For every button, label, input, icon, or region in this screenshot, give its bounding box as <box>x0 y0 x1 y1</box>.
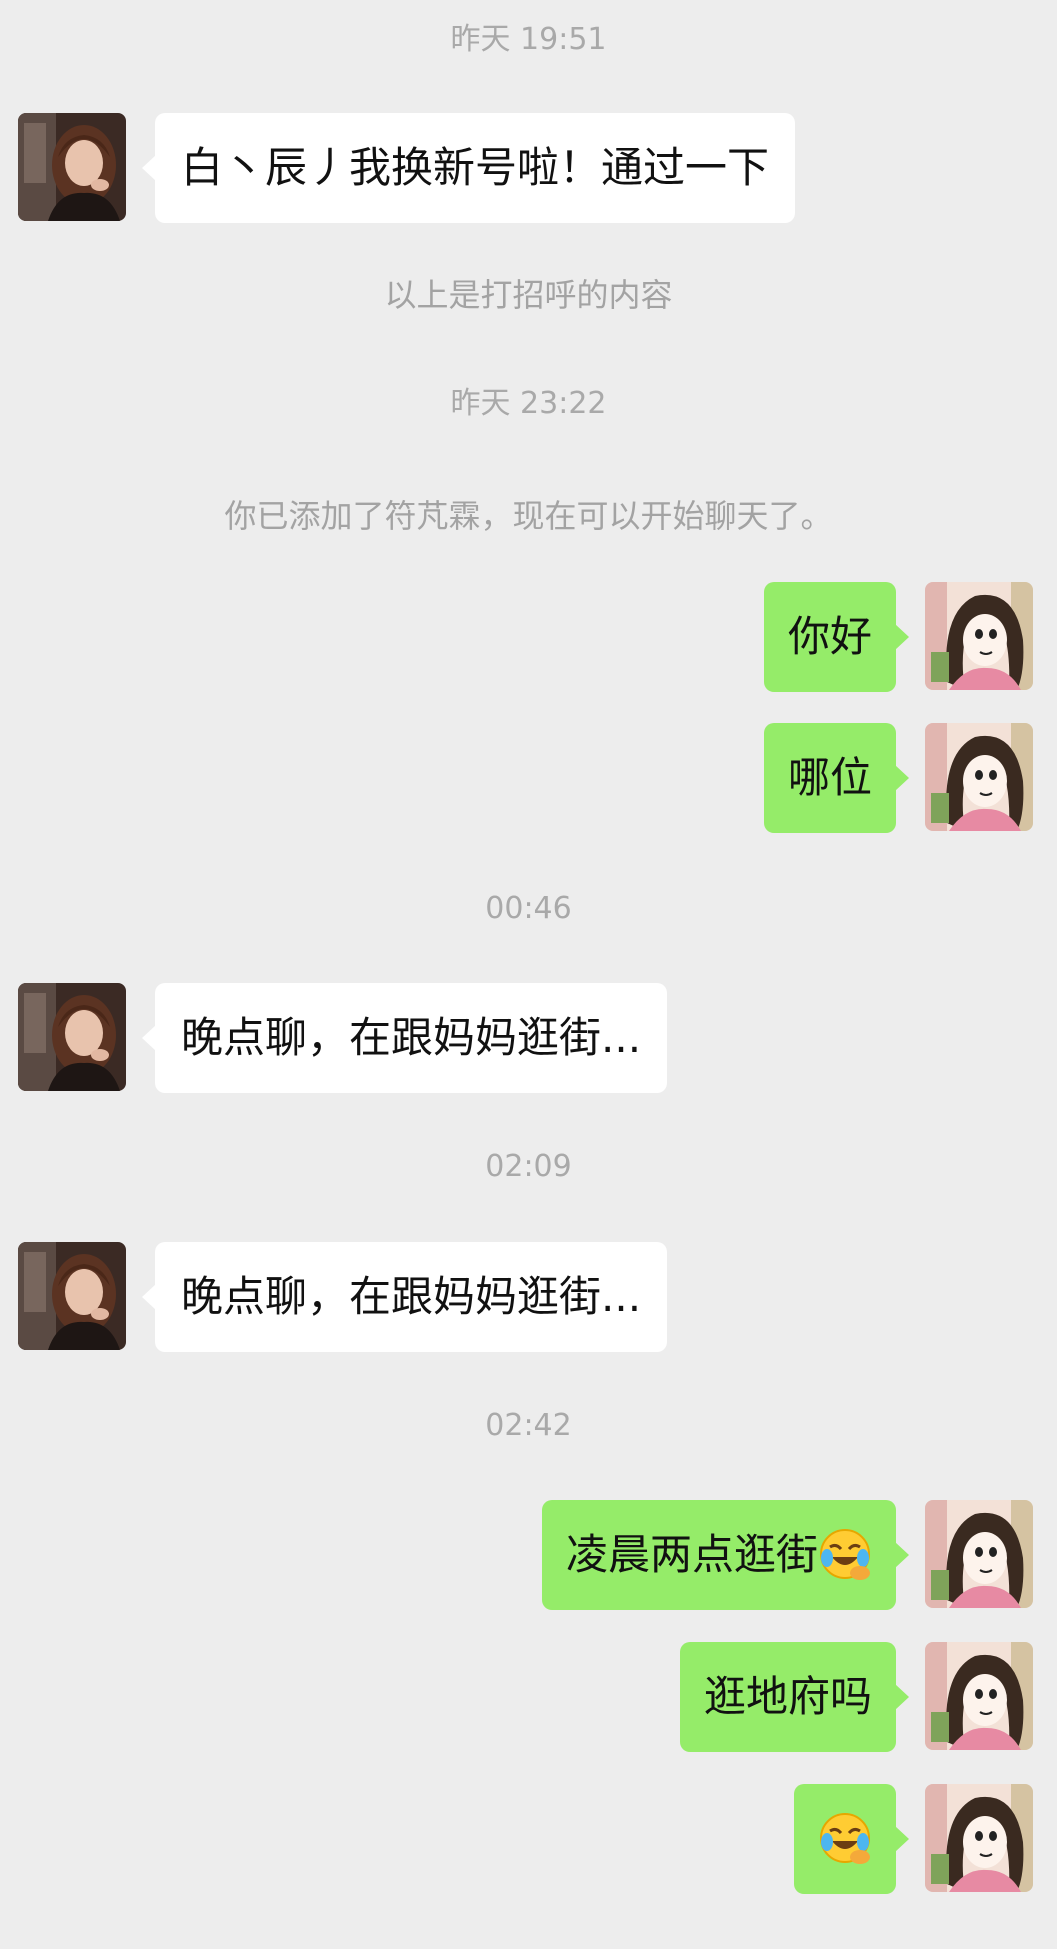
laughing-crying-emoji <box>818 1527 872 1581</box>
timestamp: 昨天 23:22 <box>450 386 607 421</box>
message-bubble-outgoing[interactable]: 你好 <box>763 582 910 692</box>
cartoon-girl-avatar <box>925 1500 1033 1608</box>
message-bubble-incoming[interactable]: 晚点聊，在跟妈妈逛街... <box>141 983 668 1093</box>
timestamp: 00:46 <box>485 891 572 926</box>
contact-avatar-photo <box>18 983 126 1091</box>
message-text: 白丶辰丿我换新号啦！通过一下 <box>181 143 770 192</box>
timestamp: 02:09 <box>485 1149 572 1184</box>
contact-avatar[interactable] <box>18 983 126 1091</box>
contact-avatar-photo <box>18 113 126 221</box>
message-bubble-outgoing[interactable]: 哪位 <box>763 723 910 833</box>
laughing-crying-emoji <box>818 1811 872 1865</box>
cartoon-girl-avatar <box>925 723 1033 831</box>
message-text: 晚点聊，在跟妈妈逛街... <box>181 1013 642 1062</box>
message-text: 凌晨两点逛街 <box>565 1530 818 1579</box>
message-bubble-incoming[interactable]: 白丶辰丿我换新号啦！通过一下 <box>141 113 796 223</box>
cartoon-girl-avatar <box>925 582 1033 690</box>
user-avatar[interactable] <box>925 1500 1033 1608</box>
message-text: 晚点聊，在跟妈妈逛街... <box>181 1272 642 1321</box>
contact-avatar-photo <box>18 1242 126 1350</box>
timestamp: 昨天 19:51 <box>450 22 607 57</box>
user-avatar[interactable] <box>925 1784 1033 1892</box>
contact-avatar[interactable] <box>18 113 126 221</box>
message-bubble-outgoing[interactable] <box>794 1784 909 1894</box>
chat-conversation: 昨天 19:51 白丶辰丿我换新号啦！通过一下 以上是打招呼的内容 昨天 23:… <box>0 0 1057 1949</box>
system-note: 以上是打招呼的内容 <box>384 276 673 314</box>
message-text: 逛地府吗 <box>703 1672 872 1721</box>
message-bubble-outgoing[interactable]: 逛地府吗 <box>679 1642 910 1752</box>
message-text: 哪位 <box>787 753 872 802</box>
system-note: 你已添加了符芃霖，现在可以开始聊天了。 <box>224 497 833 535</box>
user-avatar[interactable] <box>925 723 1033 831</box>
user-avatar[interactable] <box>925 1642 1033 1750</box>
cartoon-girl-avatar <box>925 1642 1033 1750</box>
timestamp: 02:42 <box>485 1408 572 1443</box>
user-avatar[interactable] <box>925 582 1033 690</box>
cartoon-girl-avatar <box>925 1784 1033 1892</box>
message-bubble-incoming[interactable]: 晚点聊，在跟妈妈逛街... <box>141 1242 668 1352</box>
message-text: 你好 <box>787 612 872 661</box>
contact-avatar[interactable] <box>18 1242 126 1350</box>
message-bubble-outgoing[interactable]: 凌晨两点逛街 <box>541 1500 910 1610</box>
